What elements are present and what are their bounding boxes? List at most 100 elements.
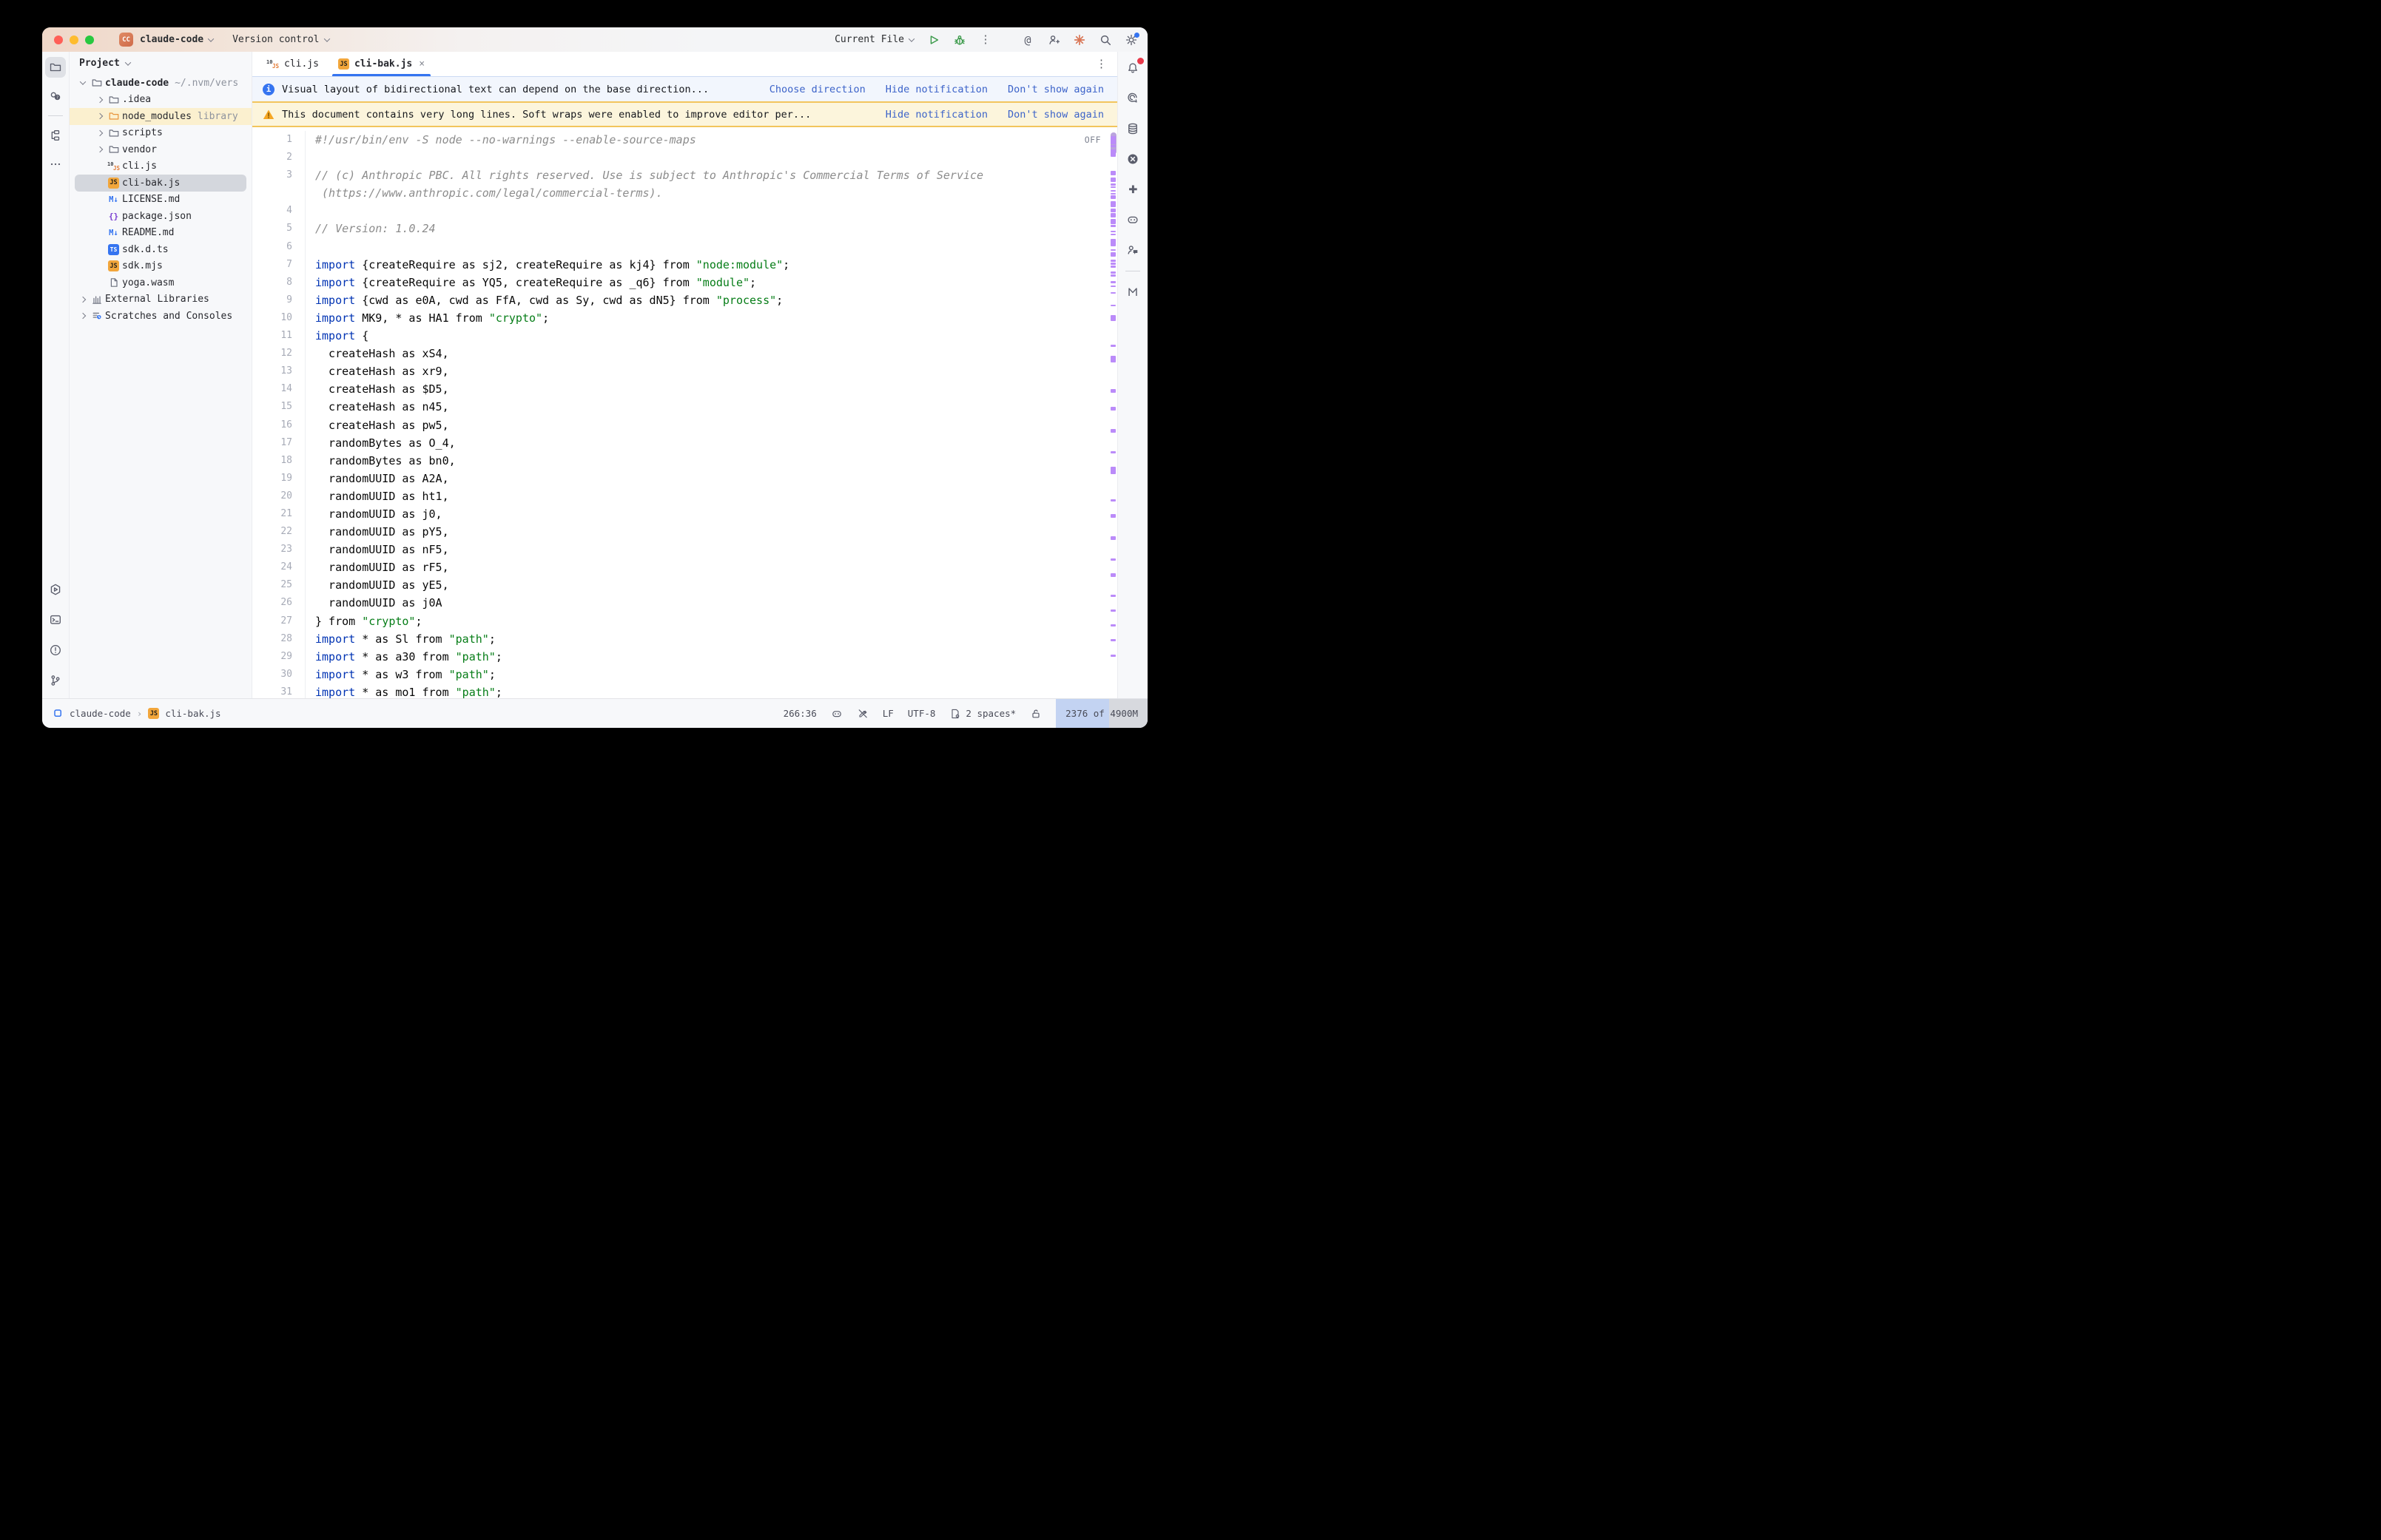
chevron-right-icon[interactable]	[97, 146, 103, 152]
problems-tool-button[interactable]	[45, 640, 66, 661]
project-tool-button[interactable]	[45, 57, 66, 78]
line-number[interactable]: 22	[252, 523, 306, 541]
close-tab-icon[interactable]: ×	[419, 58, 425, 70]
line-number[interactable]: 8	[252, 274, 306, 291]
tree-item-Scratches and Consoles[interactable]: Scratches and Consoles	[70, 308, 252, 325]
tree-item-yoga.wasm[interactable]: yoga.wasm	[70, 274, 252, 291]
tree-item-cli-bak.js[interactable]: JScli-bak.js	[75, 175, 246, 192]
tree-item-vendor[interactable]: vendor	[70, 141, 252, 158]
copilot-robot-icon[interactable]	[1122, 209, 1143, 230]
line-number[interactable]: 30	[252, 666, 306, 683]
claude-plugin-icon[interactable]	[1072, 33, 1087, 47]
code-editor[interactable]: 1#!/usr/bin/env -S node --no-warnings --…	[252, 127, 1117, 698]
line-number[interactable]: 12	[252, 345, 306, 362]
tree-item-claude-code[interactable]: claude-code~/.nvm/vers	[70, 75, 252, 92]
hide-notification-link[interactable]: Hide notification	[886, 84, 988, 95]
tree-item-README.md[interactable]: M↓README.md	[70, 225, 252, 242]
dont-show-again-link[interactable]: Don't show again	[1008, 109, 1104, 121]
database-icon[interactable]	[1122, 118, 1143, 139]
x-circle-plugin-icon[interactable]	[1122, 149, 1143, 169]
line-number[interactable]	[252, 184, 306, 202]
tree-item-node_modules[interactable]: node_moduleslibrary	[70, 108, 252, 125]
debug-button[interactable]	[952, 33, 967, 47]
line-separator-widget[interactable]: LF	[883, 708, 894, 719]
file-encoding-widget[interactable]: UTF-8	[908, 708, 936, 719]
tree-item-sdk.mjs[interactable]: JSsdk.mjs	[70, 258, 252, 275]
git-branch-tool-button[interactable]	[45, 670, 66, 691]
line-number[interactable]: 25	[252, 576, 306, 594]
dont-show-again-link[interactable]: Don't show again	[1008, 84, 1104, 95]
line-number[interactable]: 19	[252, 470, 306, 487]
readonly-lock-icon[interactable]	[1030, 708, 1042, 720]
line-number[interactable]: 11	[252, 327, 306, 345]
add-user-icon[interactable]	[1046, 33, 1061, 47]
project-panel-header[interactable]: Project	[70, 52, 252, 75]
plugin-pinwheel-icon[interactable]	[1122, 179, 1143, 200]
chevron-right-icon[interactable]	[80, 313, 86, 319]
line-number[interactable]: 18	[252, 452, 306, 470]
tree-item-LICENSE.md[interactable]: M↓LICENSE.md	[70, 192, 252, 209]
more-tool-windows-button[interactable]	[45, 154, 66, 175]
line-number[interactable]: 20	[252, 487, 306, 505]
project-menu[interactable]: claude-code	[140, 34, 213, 45]
caret-position-widget[interactable]: 266:36	[784, 708, 817, 719]
line-number[interactable]: 7	[252, 256, 306, 274]
line-number[interactable]: 3	[252, 166, 306, 184]
chevron-right-icon[interactable]	[97, 97, 103, 103]
line-number[interactable]: 6	[252, 238, 306, 256]
no-inspection-icon[interactable]	[857, 708, 869, 720]
tree-item-sdk.d.ts[interactable]: TSsdk.d.ts	[70, 241, 252, 258]
line-number[interactable]: 2	[252, 149, 306, 166]
line-number[interactable]: 24	[252, 558, 306, 576]
line-number[interactable]: 23	[252, 541, 306, 558]
line-number[interactable]: 15	[252, 398, 306, 416]
line-number[interactable]: 5	[252, 220, 306, 237]
minimize-window-button[interactable]	[70, 36, 78, 44]
notifications-bell-icon[interactable]	[1122, 58, 1143, 78]
memory-indicator[interactable]: 2376 of 4900M	[1056, 699, 1148, 728]
tab-cli.js[interactable]: 10JS cli.js	[257, 52, 329, 76]
code-with-me-icon[interactable]	[1122, 240, 1143, 260]
chevron-right-icon[interactable]	[97, 130, 103, 136]
line-number[interactable]: 28	[252, 630, 306, 648]
run-button[interactable]	[926, 33, 941, 47]
tree-item-cli.js[interactable]: 10JScli.js	[70, 158, 252, 175]
line-number[interactable]: 13	[252, 362, 306, 380]
ai-assistant-icon[interactable]	[1122, 88, 1143, 109]
tree-item-.idea[interactable]: .idea	[70, 92, 252, 109]
line-number[interactable]: 1	[252, 131, 306, 149]
structure-tool-button[interactable]	[45, 125, 66, 146]
tree-item-External Libraries[interactable]: External Libraries	[70, 291, 252, 308]
line-number[interactable]: 4	[252, 202, 306, 220]
vcs-menu[interactable]: Version control	[232, 34, 329, 45]
pull-requests-tool-button[interactable]: ?	[45, 86, 66, 107]
m-plugin-icon[interactable]	[1122, 282, 1143, 303]
more-actions-kebab[interactable]: ⋮	[978, 33, 993, 47]
line-number[interactable]: 14	[252, 380, 306, 398]
tab-cli-bak.js[interactable]: JS cli-bak.js ×	[329, 52, 434, 76]
line-number[interactable]: 17	[252, 434, 306, 452]
copilot-status-icon[interactable]	[831, 708, 843, 720]
line-number[interactable]: 10	[252, 309, 306, 327]
line-number[interactable]: 29	[252, 648, 306, 666]
terminal-tool-button[interactable]	[45, 609, 66, 630]
line-number[interactable]: 31	[252, 683, 306, 698]
chevron-right-icon[interactable]	[80, 297, 86, 303]
tab-options-kebab[interactable]: ⋮	[1096, 58, 1117, 70]
run-configuration-selector[interactable]: Current File	[835, 34, 914, 45]
close-window-button[interactable]	[54, 36, 63, 44]
hide-notification-link[interactable]: Hide notification	[886, 109, 988, 121]
ai-mention-icon[interactable]: @	[1020, 33, 1035, 47]
breadcrumb-file[interactable]: cli-bak.js	[165, 708, 220, 719]
settings-gear-icon[interactable]	[1124, 33, 1139, 47]
zoom-window-button[interactable]	[85, 36, 94, 44]
chevron-down-icon[interactable]	[80, 79, 86, 85]
line-number[interactable]: 9	[252, 291, 306, 309]
line-number[interactable]: 27	[252, 612, 306, 630]
breadcrumb-project[interactable]: claude-code	[70, 708, 131, 719]
line-number[interactable]: 16	[252, 416, 306, 434]
line-number[interactable]: 26	[252, 594, 306, 612]
search-icon[interactable]	[1098, 33, 1113, 47]
line-number[interactable]: 21	[252, 505, 306, 523]
services-tool-button[interactable]	[45, 579, 66, 600]
